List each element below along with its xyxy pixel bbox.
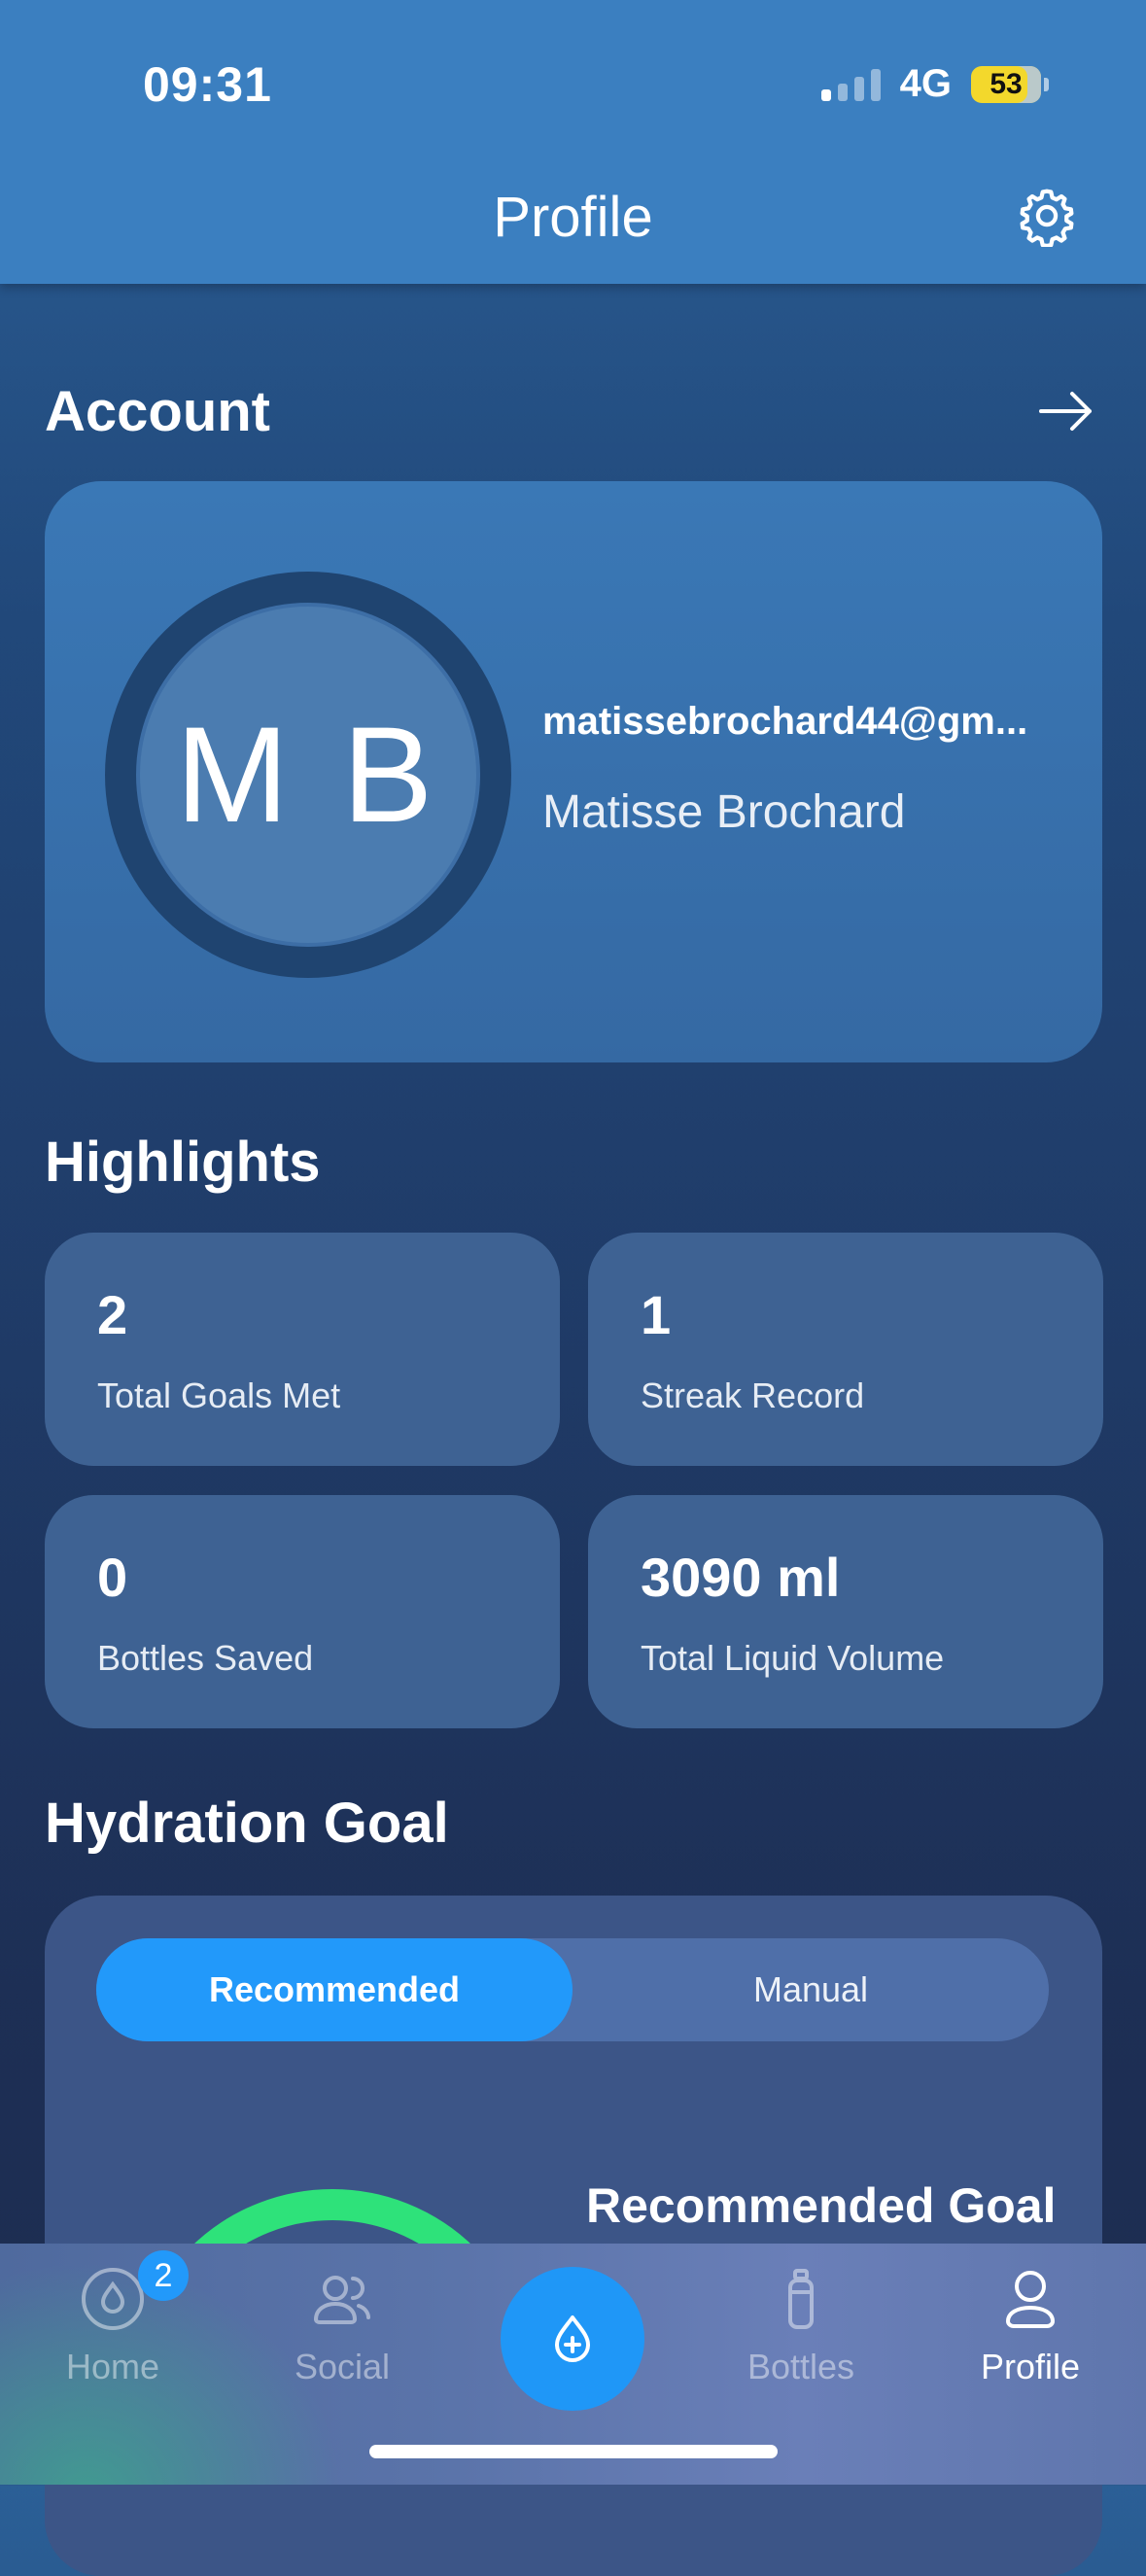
battery-icon: 53 [971,65,1049,103]
goal-mode-toggle: Recommended Manual [96,1938,1049,2041]
account-name: Matisse Brochard [542,786,906,838]
tab-social[interactable]: Social [255,2265,430,2420]
stat-card-bottles-saved: 0 Bottles Saved [45,1495,560,1728]
person-icon [1005,2271,1056,2328]
stat-label: Total Liquid Volume [641,1638,945,1678]
stat-value: 3090 ml [641,1547,841,1608]
stat-label: Total Goals Met [97,1375,341,1415]
status-indicators: 4G 53 [820,62,1049,106]
stat-label: Bottles Saved [97,1638,314,1678]
stat-label: Streak Record [641,1375,865,1415]
arrow-right-icon [1039,392,1092,431]
tab-label: Social [294,2347,391,2386]
manual-tab[interactable]: Manual [573,1938,1049,2041]
top-bar: 09:31 4G 53 Profile [0,0,1146,284]
account-email: matissebrochard44@gm... [542,700,1028,743]
recommended-tab[interactable]: Recommended [96,1938,573,2041]
stat-card-total-goals: 2 Total Goals Met [45,1233,560,1466]
add-drink-button[interactable] [501,2267,644,2411]
stat-card-streak: 1 Streak Record [588,1233,1103,1466]
tab-label: Home [65,2347,160,2386]
stat-card-liquid-volume: 3090 ml Total Liquid Volume [588,1495,1103,1728]
stat-value: 0 [97,1547,128,1608]
add-drink-icon [555,2315,590,2362]
tab-profile[interactable]: Profile [943,2265,1118,2420]
highlights-heading: Highlights [45,1131,321,1194]
stat-value: 1 [641,1284,672,1345]
notification-badge: 2 [138,2250,189,2301]
stat-value: 2 [97,1284,128,1345]
tab-label: Profile [980,2347,1081,2386]
bottle-icon [788,2269,814,2329]
page-title: Profile [493,186,653,249]
gear-icon [1020,189,1074,249]
recommended-goal-title: Recommended Goal [586,2178,1057,2233]
avatar: M B [136,603,480,947]
status-time: 09:31 [143,57,272,112]
water-drop-icon [82,2268,144,2330]
signal-icon [820,68,881,101]
account-heading: Account [45,380,270,443]
people-icon [313,2276,370,2324]
hydration-goal-heading: Hydration Goal [45,1792,449,1855]
settings-button[interactable] [1016,185,1078,249]
network-type: 4G [899,62,952,105]
home-indicator [369,2445,778,2458]
tab-label: Bottles [747,2347,855,2386]
account-open-button[interactable] [1035,387,1097,435]
battery-level: 53 [971,65,1041,103]
tab-bottles[interactable]: Bottles [713,2265,888,2420]
